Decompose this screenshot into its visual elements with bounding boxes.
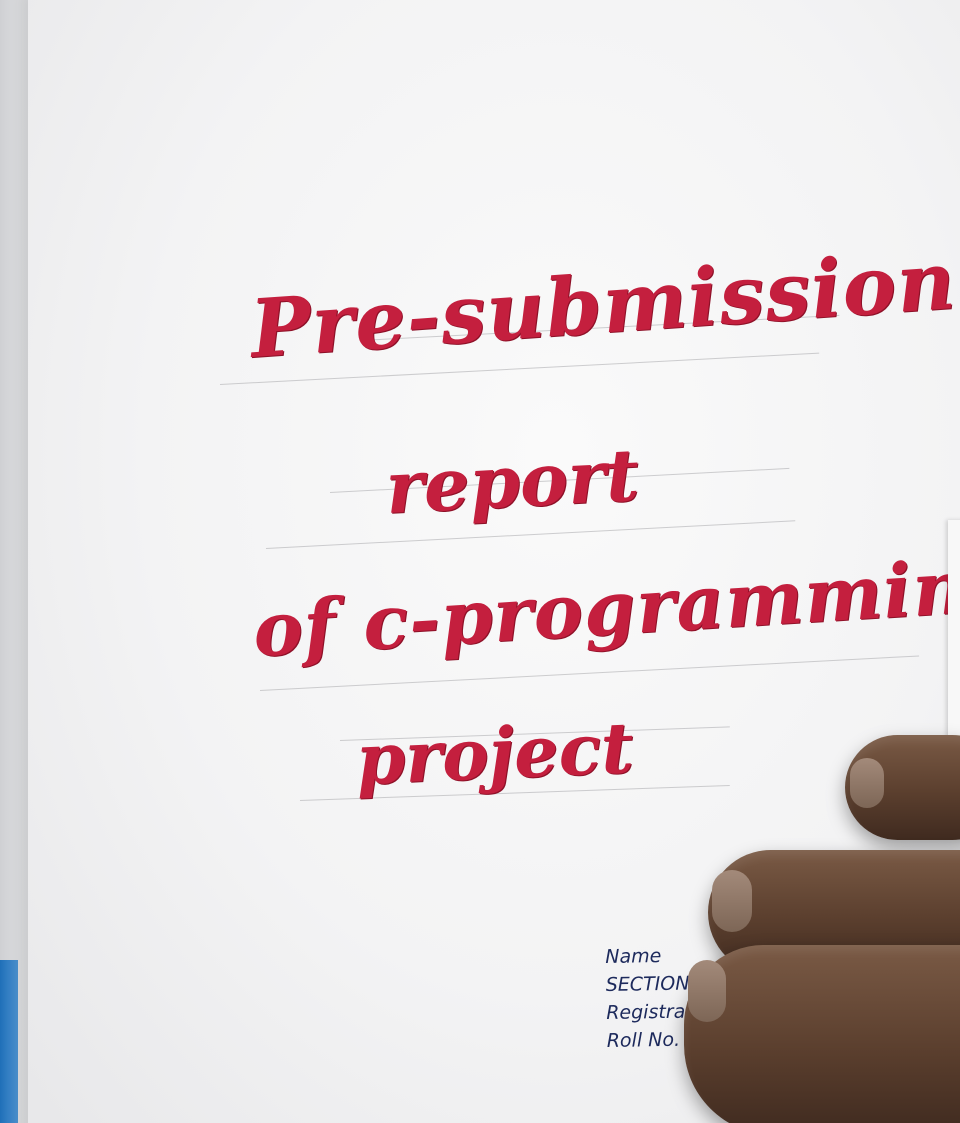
title-line-2: report [383,431,641,530]
registration-field-label: Registration [606,999,722,1025]
student-details: Name SECTION Registration Roll No. [605,941,722,1055]
title-line-4: project [354,705,636,801]
blue-folder-edge [0,960,18,1123]
side-card-edge [948,520,960,800]
section-field-label: SECTION [605,972,690,997]
photo-scene: Pre-submission report of c-programming p… [0,0,960,1123]
roll-no-field-label: Roll No. [606,1028,681,1052]
name-field-label: Name [605,945,662,969]
